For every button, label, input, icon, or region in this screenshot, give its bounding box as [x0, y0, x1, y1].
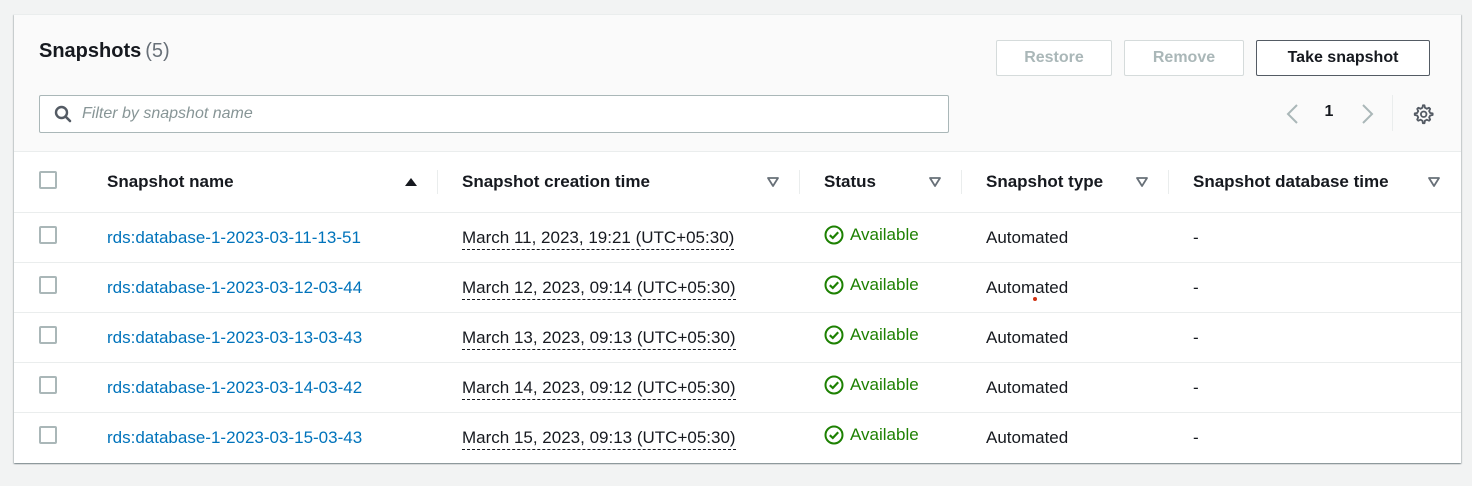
- snapshot-db-time: -: [1193, 277, 1199, 297]
- snapshot-db-time: -: [1193, 227, 1199, 247]
- row-checkbox[interactable]: [39, 326, 57, 344]
- table-row[interactable]: rds:database-1-2023-03-12-03-44 March 12…: [14, 262, 1461, 313]
- chevron-right-icon[interactable]: [1356, 101, 1378, 127]
- check-circle-icon: [824, 375, 844, 395]
- sort-descending-outline-icon[interactable]: [766, 175, 780, 189]
- column-header-snapshot-name[interactable]: Snapshot name: [83, 152, 438, 213]
- status-text: Available: [850, 325, 919, 344]
- snapshot-name-link[interactable]: rds:database-1-2023-03-14-03-42: [107, 378, 362, 397]
- title-text: Snapshots: [39, 40, 142, 62]
- row-select-cell: [14, 263, 83, 313]
- snapshot-type: Automated: [986, 277, 1069, 297]
- check-circle-icon: [824, 425, 844, 445]
- column-label: Snapshot database time: [1193, 172, 1389, 191]
- table-row[interactable]: rds:database-1-2023-03-14-03-42 March 14…: [14, 362, 1461, 413]
- remove-button[interactable]: Remove: [1124, 40, 1244, 76]
- cursor-marker: [1033, 297, 1037, 301]
- current-page[interactable]: 1: [1320, 103, 1338, 121]
- row-checkbox[interactable]: [39, 276, 57, 294]
- snapshot-type: Automated: [986, 427, 1069, 447]
- status-text: Available: [850, 425, 919, 445]
- sort-ascending-icon[interactable]: [404, 175, 418, 189]
- row-select-cell: [14, 213, 83, 263]
- snapshots-panel: Snapshots (5) Restore Remove Take snapsho…: [14, 14, 1461, 463]
- sort-descending-outline-icon[interactable]: [1135, 175, 1149, 189]
- creation-time[interactable]: March 11, 2023, 19:21 (UTC+05:30): [462, 227, 735, 250]
- select-all-cell: [14, 152, 83, 213]
- check-circle-icon: [824, 225, 844, 245]
- status-indicator: Available: [824, 325, 919, 345]
- select-all-checkbox[interactable]: [39, 170, 57, 189]
- pager-divider: [1392, 95, 1393, 131]
- snapshot-type: Automated: [986, 327, 1069, 347]
- row-select-cell: [14, 363, 83, 413]
- column-header-db-time[interactable]: Snapshot database time: [1169, 152, 1461, 213]
- snapshots-table: Snapshot name Snapshot creation time Sta…: [14, 152, 1461, 463]
- creation-time[interactable]: March 13, 2023, 09:13 (UTC+05:30): [462, 327, 736, 350]
- snapshot-db-time: -: [1193, 377, 1199, 397]
- column-header-snapshot-type[interactable]: Snapshot type: [962, 152, 1169, 213]
- check-circle-icon: [824, 275, 844, 295]
- creation-time[interactable]: March 15, 2023, 09:13 (UTC+05:30): [462, 427, 736, 450]
- snapshot-name-link[interactable]: rds:database-1-2023-03-15-03-43: [107, 428, 362, 447]
- search-field[interactable]: [39, 95, 949, 133]
- take-snapshot-button[interactable]: Take snapshot: [1256, 40, 1430, 76]
- snapshot-type: Automated: [986, 227, 1069, 247]
- chevron-left-icon[interactable]: [1282, 101, 1304, 127]
- row-select-cell: [14, 413, 83, 463]
- status-indicator: Available: [824, 225, 919, 245]
- search-input[interactable]: [82, 96, 932, 132]
- search-icon: [54, 105, 72, 123]
- row-checkbox[interactable]: [39, 226, 57, 244]
- panel-header: Snapshots (5) Restore Remove Take snapsho…: [14, 15, 1461, 152]
- restore-button[interactable]: Restore: [996, 40, 1112, 76]
- column-label: Snapshot creation time: [462, 172, 650, 191]
- gear-icon[interactable]: [1412, 103, 1434, 125]
- sort-descending-outline-icon[interactable]: [928, 175, 942, 189]
- row-checkbox[interactable]: [39, 376, 57, 394]
- row-select-cell: [14, 313, 83, 363]
- table-row[interactable]: rds:database-1-2023-03-13-03-43 March 13…: [14, 312, 1461, 363]
- row-checkbox[interactable]: [39, 426, 57, 445]
- status-indicator: Available: [824, 425, 919, 445]
- column-label: Snapshot name: [107, 172, 234, 191]
- status-indicator: Available: [824, 275, 919, 295]
- table-row[interactable]: rds:database-1-2023-03-15-03-43 March 15…: [14, 412, 1461, 463]
- status-indicator: Available: [824, 375, 919, 395]
- page-title: Snapshots (5): [39, 40, 170, 63]
- snapshot-name-link[interactable]: rds:database-1-2023-03-12-03-44: [107, 278, 362, 297]
- snapshot-type: Automated: [986, 377, 1069, 397]
- column-header-status[interactable]: Status: [800, 152, 962, 213]
- snapshot-count: (5): [145, 40, 170, 62]
- check-circle-icon: [824, 325, 844, 345]
- column-label: Status: [824, 172, 876, 191]
- creation-time[interactable]: March 14, 2023, 09:12 (UTC+05:30): [462, 377, 736, 400]
- snapshot-db-time: -: [1193, 427, 1199, 447]
- snapshot-db-time: -: [1193, 327, 1199, 347]
- status-text: Available: [850, 225, 919, 244]
- table-header-row: Snapshot name Snapshot creation time Sta…: [14, 152, 1461, 213]
- status-text: Available: [850, 275, 919, 294]
- snapshot-name-link[interactable]: rds:database-1-2023-03-11-13-51: [107, 228, 361, 247]
- snapshot-name-link[interactable]: rds:database-1-2023-03-13-03-43: [107, 328, 362, 347]
- sort-descending-outline-icon[interactable]: [1427, 175, 1441, 189]
- column-label: Snapshot type: [986, 172, 1104, 191]
- table-row[interactable]: rds:database-1-2023-03-11-13-51 March 11…: [14, 212, 1461, 263]
- column-header-creation-time[interactable]: Snapshot creation time: [438, 152, 800, 213]
- creation-time[interactable]: March 12, 2023, 09:14 (UTC+05:30): [462, 277, 736, 300]
- status-text: Available: [850, 375, 919, 394]
